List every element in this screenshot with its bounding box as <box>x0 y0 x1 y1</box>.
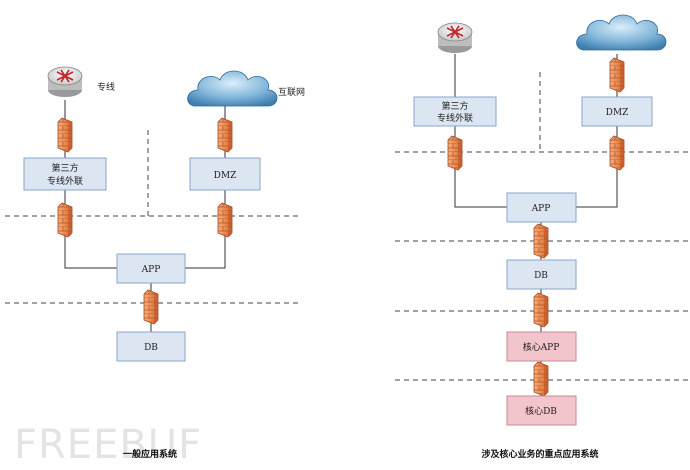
left-thirdparty-line2: 专线外联 <box>47 175 83 187</box>
firewall-icon <box>217 117 233 153</box>
firewall-icon <box>217 202 233 238</box>
left-thirdparty-line1: 第三方 <box>51 162 78 174</box>
left-diagram: 专线 互联网 第三方 专线外联 DMZ APP DB <box>5 66 305 362</box>
firewall-icon <box>609 57 625 93</box>
right-router-icon <box>437 22 473 54</box>
right-diagram: 第三方 专线外联 DMZ APP DB 核心APP 核心DB <box>395 14 688 426</box>
firewall-icon <box>143 289 159 325</box>
firewall-icon <box>57 202 73 238</box>
firewall-icon <box>533 292 549 328</box>
firewall-icon <box>447 135 463 171</box>
right-db-label: DB <box>534 271 548 281</box>
firewall-icon <box>533 223 549 259</box>
right-link-thirdparty-app <box>454 126 507 208</box>
right-core-app-label: 核心APP <box>523 341 560 353</box>
right-core-db-label: 核心DB <box>525 405 557 417</box>
firewall-icon <box>609 135 625 171</box>
right-cloud-icon <box>576 14 667 51</box>
right-caption: 涉及核心业务的重点应用系统 <box>481 448 598 460</box>
left-caption: 一般应用系统 <box>123 448 177 460</box>
right-dmz-label: DMZ <box>606 108 629 118</box>
right-app-label: APP <box>531 204 551 214</box>
left-app-label: APP <box>141 265 161 275</box>
right-thirdparty-line1: 第三方 <box>441 100 468 112</box>
firewall-icon <box>533 361 549 397</box>
watermark-logo: FREEBUF <box>14 422 202 468</box>
right-thirdparty-line2: 专线外联 <box>437 112 473 124</box>
left-cloud-label: 互联网 <box>278 87 305 98</box>
left-router-label: 专线 <box>97 81 115 93</box>
left-cloud-icon <box>187 70 278 107</box>
firewall-icon <box>57 117 73 153</box>
left-db-label: DB <box>144 343 158 353</box>
left-link-thirdparty-app <box>64 190 117 269</box>
diagram-canvas: 专线 互联网 第三方 专线外联 DMZ APP DB 第三方 专线外联 DMZ … <box>5 14 688 468</box>
left-dmz-label: DMZ <box>214 171 237 181</box>
left-router-icon <box>47 66 83 98</box>
